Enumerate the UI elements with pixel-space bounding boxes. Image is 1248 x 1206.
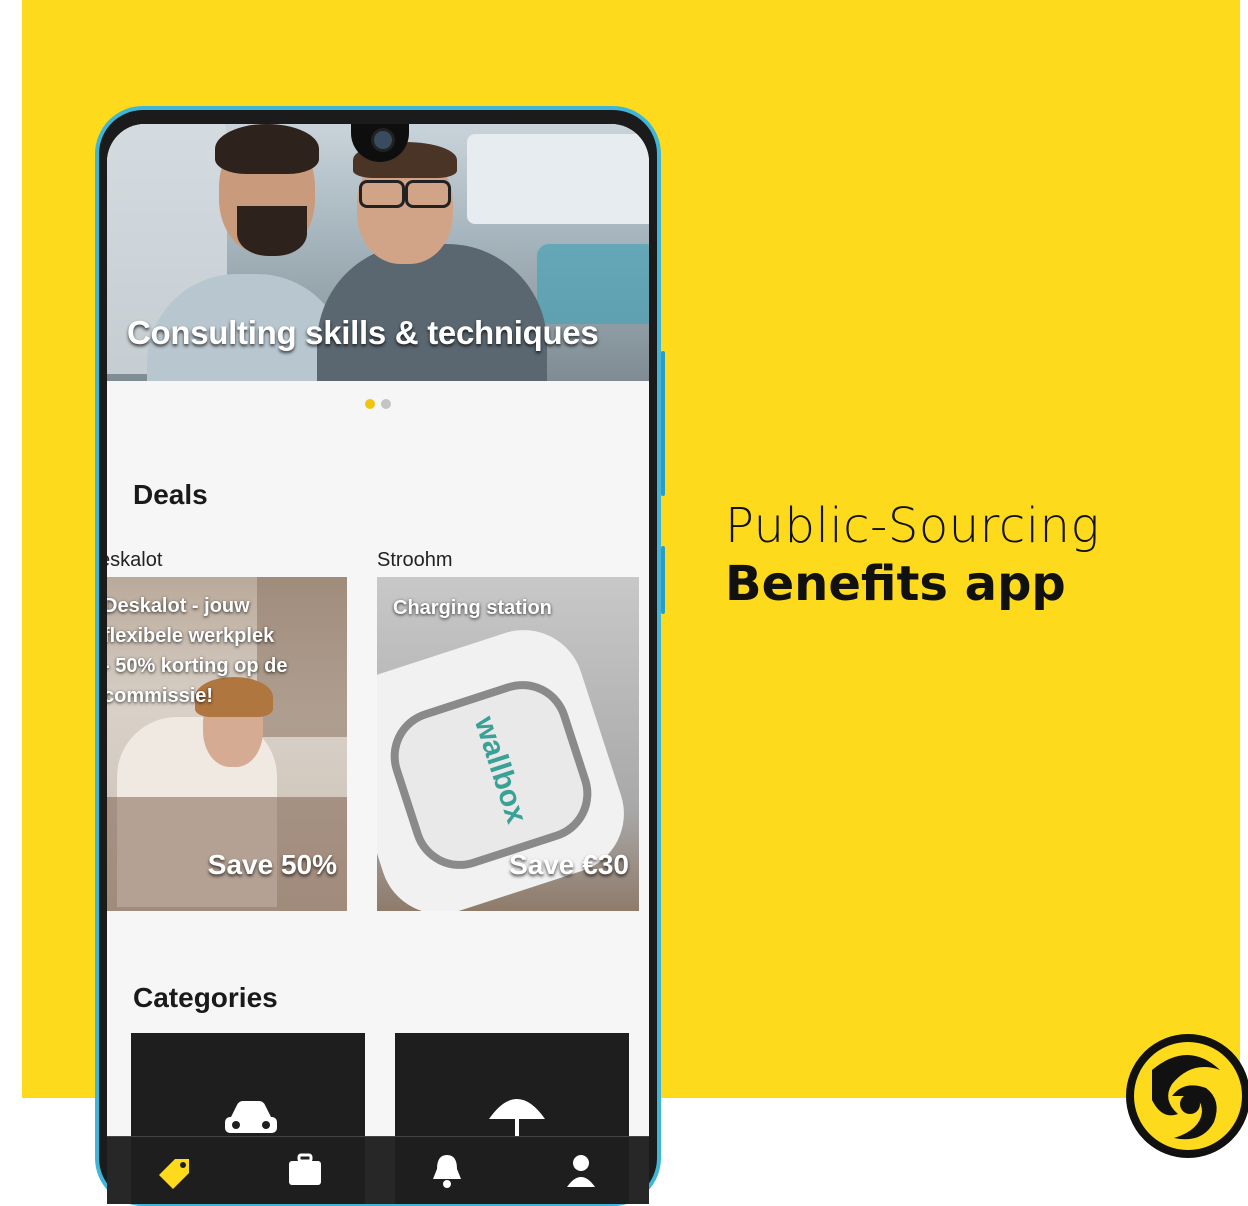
hero-banner[interactable]: Consulting skills & techniques [107, 124, 649, 381]
deal-card[interactable]: Deskalot - jouw flexibele werkplek - 50%… [107, 577, 347, 911]
person-one-beard [237, 206, 307, 256]
categories-heading: Categories [133, 982, 278, 1013]
front-camera [371, 128, 395, 152]
deal-save-label: Save €30 [509, 849, 629, 880]
brand-logo-icon [1126, 1034, 1248, 1158]
umbrella-icon [489, 1099, 545, 1137]
deals-heading: Deals [133, 479, 208, 510]
tag-icon[interactable] [155, 1153, 195, 1193]
deal-title: Charging station [393, 593, 552, 623]
deal-title-line: commissie! [107, 685, 214, 707]
deal-title: Deskalot - jouw flexibele werkplek - 50%… [107, 591, 287, 711]
app-screen: Consulting skills & techniques Deals esk… [107, 124, 649, 1204]
hero-title: Consulting skills & techniques [127, 314, 599, 351]
volume-button [661, 351, 665, 496]
deal-title-line: Deskalot - jouw [107, 595, 250, 617]
bell-icon[interactable] [431, 1153, 463, 1189]
bottom-navigation [107, 1136, 649, 1204]
phone-mockup: Consulting skills & techniques Deals esk… [95, 106, 665, 1206]
deal-title-line: - 50% korting op de [107, 655, 288, 677]
deal-card[interactable]: wallbox Charging station Save €30 [377, 577, 639, 911]
briefcase-icon[interactable] [287, 1153, 323, 1189]
glasses-left [359, 180, 405, 208]
phone-bezel: Consulting skills & techniques Deals esk… [99, 110, 657, 1204]
profile-icon[interactable] [565, 1153, 597, 1189]
marketing-tagline: Public-Sourcing Benefits app [725, 498, 1100, 612]
deal-title-line: Charging station [393, 597, 552, 619]
car-icon [225, 1101, 277, 1133]
tagline-line-one: Public-Sourcing [725, 498, 1100, 554]
carousel-dot-active[interactable] [365, 399, 375, 409]
deal-save-label: Save 50% [207, 849, 337, 880]
deal-brand-label: Stroohm [377, 549, 453, 571]
carousel-indicator[interactable] [365, 396, 397, 414]
carousel-dot[interactable] [381, 399, 391, 409]
deal-brand-label: eskalot [107, 549, 163, 571]
hero-window-shape [467, 134, 649, 224]
person-one-hair [215, 124, 319, 174]
hero-teal-shape [537, 244, 649, 324]
glasses-right [405, 180, 451, 208]
tagline-line-two: Benefits app [725, 556, 1066, 612]
power-button [661, 546, 665, 614]
person-two-hoodie [317, 244, 547, 381]
deal-title-line: flexibele werkplek [107, 625, 275, 647]
